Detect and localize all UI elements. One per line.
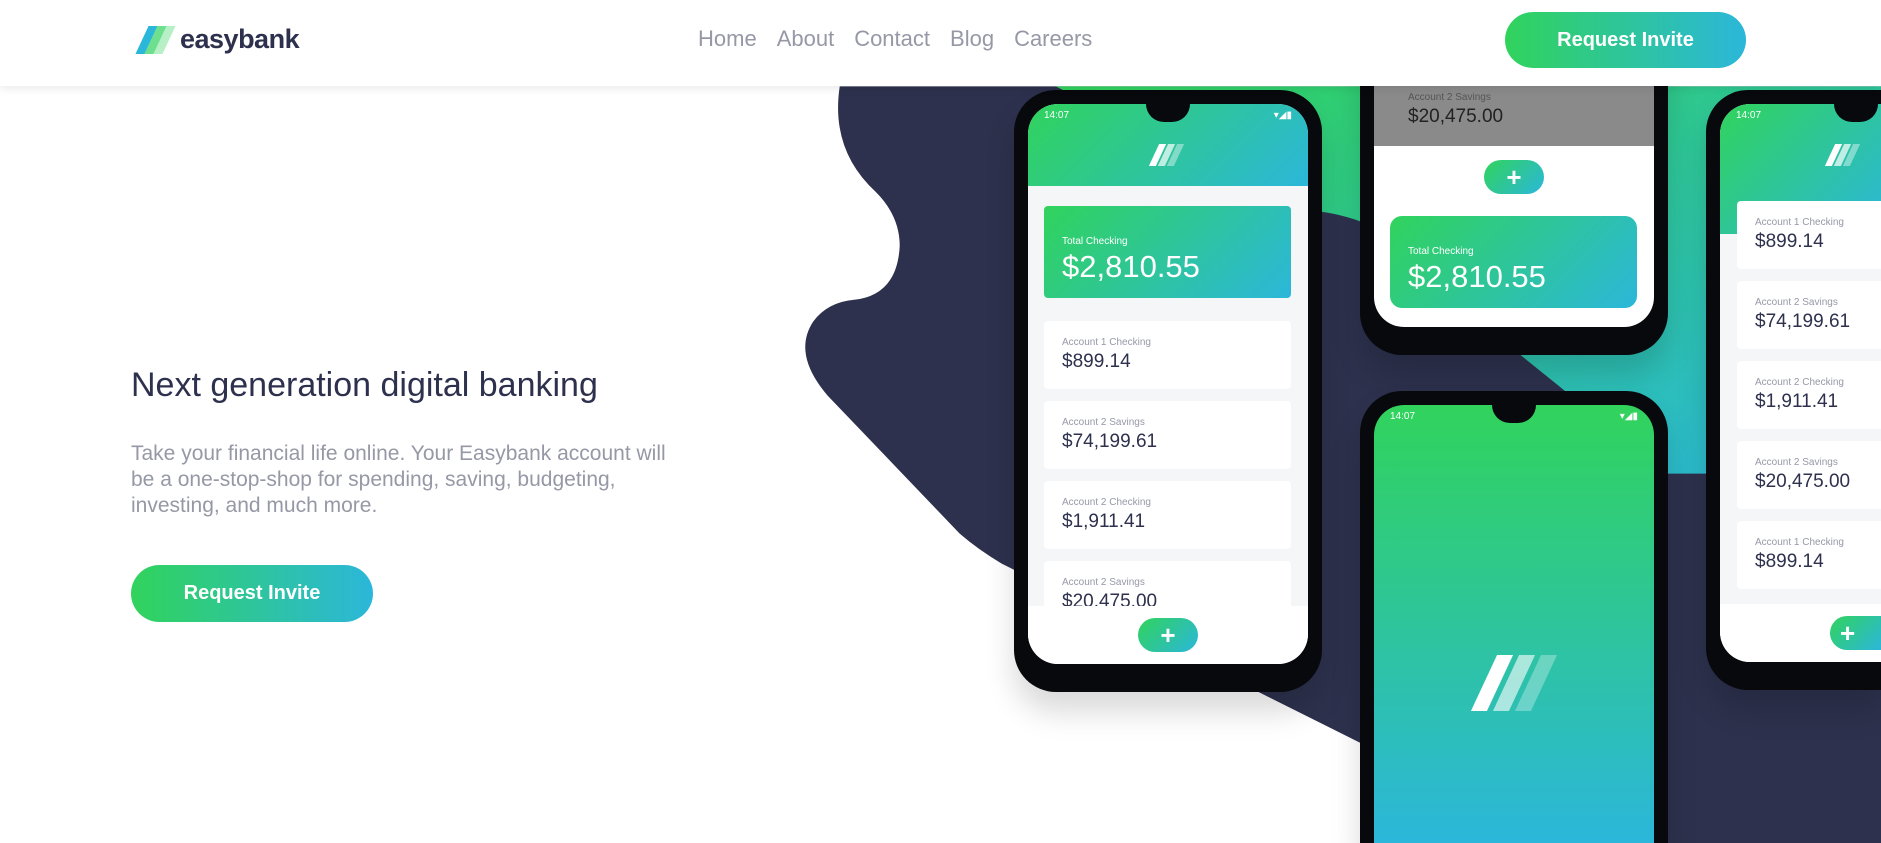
hero-request-invite-button[interactable]: Request Invite (131, 565, 373, 622)
total-checking-card: Total Checking $2,810.55 (1044, 206, 1291, 298)
hero-title: Next generation digital banking (131, 366, 598, 404)
total-value: $2,810.55 (1062, 249, 1200, 284)
plus-icon: + (1830, 616, 1881, 650)
nav-about[interactable]: About (777, 26, 835, 52)
site-header: easybank Home About Contact Blog Careers… (0, 0, 1881, 86)
app-logo-icon (1824, 144, 1862, 166)
account-card: Account 1 Checking $899.14 (1737, 521, 1881, 589)
total-checking-card: Total Checking $2,810.55 (1390, 216, 1637, 308)
logo-icon (135, 25, 176, 54)
phone-screen: 14:07 ▾◢▮ Total Checking $2,810.55 Account… (1028, 104, 1308, 664)
plus-icon: + (1484, 160, 1544, 194)
hero-description: Take your financial life online. Your Ea… (131, 442, 666, 517)
phone-mockup-accounts: 14:07 ▾◢▮ Total Checking $2,810.55 Account… (1014, 90, 1322, 692)
phone-screen: 14:07 Account 1 Checking $899.14 Account … (1720, 104, 1881, 662)
nav-home[interactable]: Home (698, 26, 757, 52)
nav-contact[interactable]: Contact (854, 26, 930, 52)
header-request-invite-button[interactable]: Request Invite (1505, 12, 1746, 68)
hero-section: Next generation digital banking Take you… (131, 363, 671, 622)
account-value: $20,475.00 (1408, 106, 1504, 127)
total-label: Total Checking (1062, 236, 1128, 247)
phone-mockup-accounts-right: 14:07 Account 1 Checking $899.14 Account … (1706, 90, 1881, 690)
phone-mockup-splash: 14:07 ▾◢▮ (1360, 391, 1668, 843)
status-time: 14:07 (1044, 110, 1070, 121)
account-card: Account 2 Savings $74,199.61 (1044, 401, 1291, 469)
signal-icon: ▾◢▮ (1273, 110, 1292, 121)
account-card: Account 2 Savings $74,199.61 (1737, 281, 1881, 349)
phone-screen: 14:07 ▾◢▮ (1374, 405, 1654, 843)
nav-careers[interactable]: Careers (1014, 26, 1092, 52)
brand-logo[interactable]: easybank (135, 24, 300, 55)
status-time: 14:07 (1736, 110, 1762, 121)
plus-icon: + (1138, 618, 1198, 652)
signal-icon: ▾◢▮ (1619, 411, 1638, 422)
status-time: 14:07 (1390, 411, 1416, 422)
account-card: Account 2 Savings $20,475.00 (1737, 441, 1881, 509)
account-card: Account 1 Checking $899.14 (1044, 321, 1291, 389)
app-logo-icon (1148, 144, 1186, 166)
account-card: Account 1 Checking $899.14 (1737, 201, 1881, 269)
main-nav: Home About Contact Blog Careers (698, 26, 1092, 52)
nav-blog[interactable]: Blog (950, 26, 994, 52)
brand-name: easybank (180, 24, 300, 54)
account-card: Account 2 Checking $1,911.41 (1044, 481, 1291, 549)
account-card: Account 2 Checking $1,911.41 (1737, 361, 1881, 429)
splash-logo-icon (1470, 655, 1558, 711)
account-label: Account 2 Savings (1408, 92, 1491, 103)
